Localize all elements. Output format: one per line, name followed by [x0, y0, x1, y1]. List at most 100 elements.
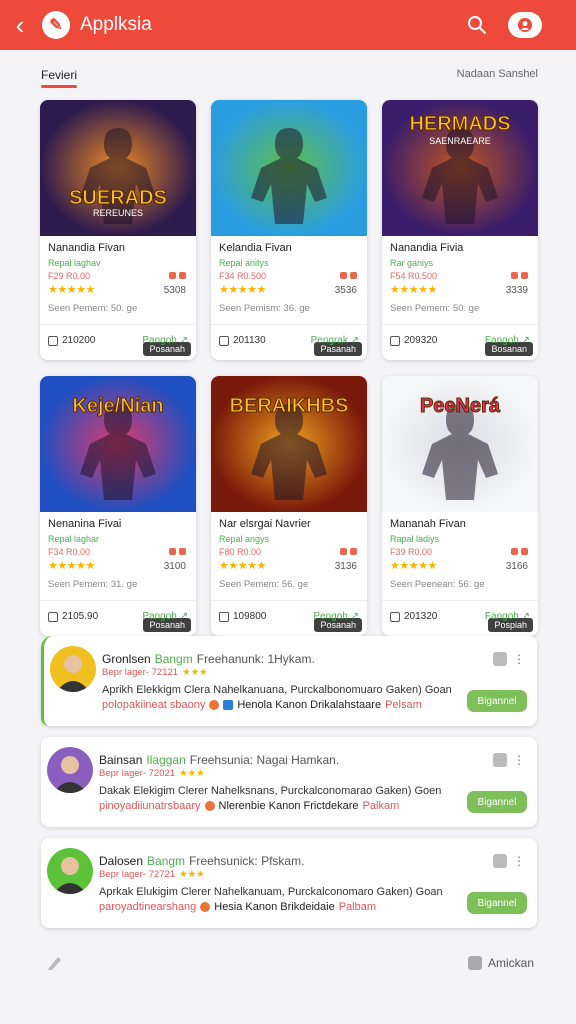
divider	[40, 324, 196, 325]
person-icon	[53, 857, 87, 894]
card-open-link[interactable]: Fangoh ↗	[485, 611, 530, 622]
review-header: Gronlsen Bangm Freehanunk: 1Hykam.	[102, 652, 315, 666]
game-artwork	[211, 100, 367, 236]
app-art: SUERADS REREUNES	[40, 100, 196, 236]
avatar[interactable]	[47, 747, 93, 793]
rating-count: 3166	[505, 561, 528, 572]
review-body: Aprikh Elekkigm Clera Nahelkanuana, Purc…	[102, 684, 452, 696]
card-title: Kelandia Fivan	[219, 242, 292, 254]
review-date: Bepr lager- 72121 ★★★	[102, 667, 208, 678]
user-icon	[518, 18, 532, 32]
review-card: Dalosen Bangm Freehsunick: Pfskam. Bepr la…	[41, 838, 537, 928]
badge-icon	[223, 700, 234, 710]
card-title: Mananah Fivan	[390, 518, 466, 530]
card-id: 209320	[390, 335, 437, 346]
profile-button[interactable]	[508, 12, 542, 38]
app-card[interactable]: PeeNerá Pospiah Mananah Fivan Rapal ladi…	[382, 376, 538, 636]
artwork-title: SUERADS	[69, 187, 167, 209]
badge-icon	[209, 700, 220, 710]
card-id: 201130	[219, 335, 266, 346]
compose-icon[interactable]	[46, 954, 64, 972]
tab-featured[interactable]: Fevieri	[41, 68, 77, 82]
review-action-button[interactable]: Bigannel	[467, 690, 527, 712]
copy-icon	[48, 335, 58, 346]
game-artwork: Keje/Nian	[40, 376, 196, 512]
user-icon	[467, 956, 482, 970]
artwork-title: Keje/Nian	[72, 395, 163, 417]
app-art: HERMADS SAENRAEARE	[382, 100, 538, 236]
app-art: BERAIKHBS	[211, 376, 367, 512]
card-subtitle: Repal angys	[219, 534, 270, 544]
more-icon[interactable]: ⋮	[513, 854, 525, 868]
card-price: F34 R0.00	[48, 547, 91, 557]
card-price: F29 R0.00	[48, 271, 91, 281]
edit-icon[interactable]	[493, 652, 507, 666]
rating-count: 5308	[163, 285, 186, 296]
review-footer: pinoyadiiunatrsbaary Nlerenbie Kanon Fric…	[99, 800, 400, 812]
rating-stars: ★★★★★	[390, 284, 437, 296]
app-card[interactable]: SUERADS REREUNES Posanah Nanandia Fivan R…	[40, 100, 196, 360]
review-card: Gronlsen Bangm Freehanunk: 1Hykam. Bepr la…	[41, 636, 537, 726]
bookmark-icon[interactable]	[493, 854, 507, 868]
app-card[interactable]: Keje/Nian Posanah Nenanina Fivai Repal l…	[40, 376, 196, 636]
review-action-button[interactable]: Bigannel	[467, 791, 527, 813]
rating-stars: ★★★★★	[48, 284, 95, 296]
badge-icon	[204, 801, 215, 811]
card-subtitle: Repal laghav	[48, 258, 101, 268]
app-title: Applksia	[80, 14, 152, 35]
divider	[40, 600, 196, 601]
review-footer: paroyadtinearshang Hesia Kanon Brikdeidai…	[99, 901, 377, 913]
app-logo-icon: ✎	[42, 11, 70, 39]
card-title: Nanandia Fivia	[390, 242, 464, 254]
app-art: Keje/Nian	[40, 376, 196, 512]
active-tab-indicator	[41, 85, 77, 88]
card-flags	[511, 548, 528, 555]
game-artwork: PeeNerá	[382, 376, 538, 512]
copy-icon	[219, 335, 229, 346]
artwork-title: HERMADS	[409, 113, 510, 135]
rating-stars: ★★★	[179, 768, 205, 779]
artwork-subtitle: SAENRAEARE	[429, 136, 491, 146]
copy-icon	[48, 611, 58, 622]
card-open-link[interactable]: Fangoh ↗	[485, 335, 530, 346]
app-card[interactable]: HERMADS SAENRAEARE Bosanan Nanandia Fivia…	[382, 100, 538, 360]
game-artwork: SUERADSREREUNES	[40, 100, 196, 236]
review-header: Dalosen Bangm Freehsunick: Pfskam.	[99, 854, 305, 868]
card-title: Nanandia Fivan	[48, 242, 126, 254]
rating-stars: ★★★	[182, 667, 208, 678]
copy-icon	[390, 335, 400, 346]
card-meta: Seen Pemem: 31. ge	[48, 579, 138, 590]
more-icon[interactable]: ⋮	[513, 753, 525, 767]
app-header: ‹ ✎ Applksia	[0, 0, 576, 50]
bottom-action[interactable]: Amickan	[467, 956, 534, 970]
app-card[interactable]: BERAIKHBS Posanah Nar elsrgai Navrier Re…	[211, 376, 367, 636]
card-open-link[interactable]: Pangoh ↗	[142, 335, 188, 346]
divider	[382, 324, 538, 325]
review-action-button[interactable]: Bigannel	[467, 892, 527, 914]
review-actions: ⋮	[493, 753, 525, 767]
rating-count: 3339	[505, 285, 528, 296]
bookmark-icon[interactable]	[493, 753, 507, 767]
card-price: F80 R0.00	[219, 547, 262, 557]
app-grid: SUERADS REREUNES Posanah Nanandia Fivan R…	[40, 100, 538, 636]
copy-icon	[390, 611, 400, 622]
more-icon[interactable]: ⋮	[513, 652, 525, 666]
avatar[interactable]	[47, 848, 93, 894]
card-meta: Seen Pemism: 36. ge	[219, 303, 310, 314]
rating-stars: ★★★	[179, 869, 205, 880]
card-open-link[interactable]: Pengoh ↗	[313, 611, 359, 622]
card-subtitle: Repal laghar	[48, 534, 100, 544]
card-flags	[511, 272, 528, 279]
card-flags	[340, 272, 357, 279]
tab-see-all[interactable]: Nadaan Sanshel	[457, 68, 538, 80]
review-date: Bepr lager- 72721 ★★★	[99, 869, 205, 880]
app-card[interactable]: Pasanah Kelandia Fivan Repal anitys F34 …	[211, 100, 367, 360]
card-open-link[interactable]: Pengrak ↗	[311, 335, 359, 346]
card-open-link[interactable]: Pangoh ↗	[142, 611, 188, 622]
card-flags	[169, 272, 186, 279]
avatar[interactable]	[50, 646, 96, 692]
person-icon	[56, 655, 90, 692]
back-button[interactable]: ‹	[6, 10, 34, 41]
search-icon[interactable]	[462, 10, 492, 40]
card-title: Nar elsrgai Navrier	[219, 518, 311, 530]
